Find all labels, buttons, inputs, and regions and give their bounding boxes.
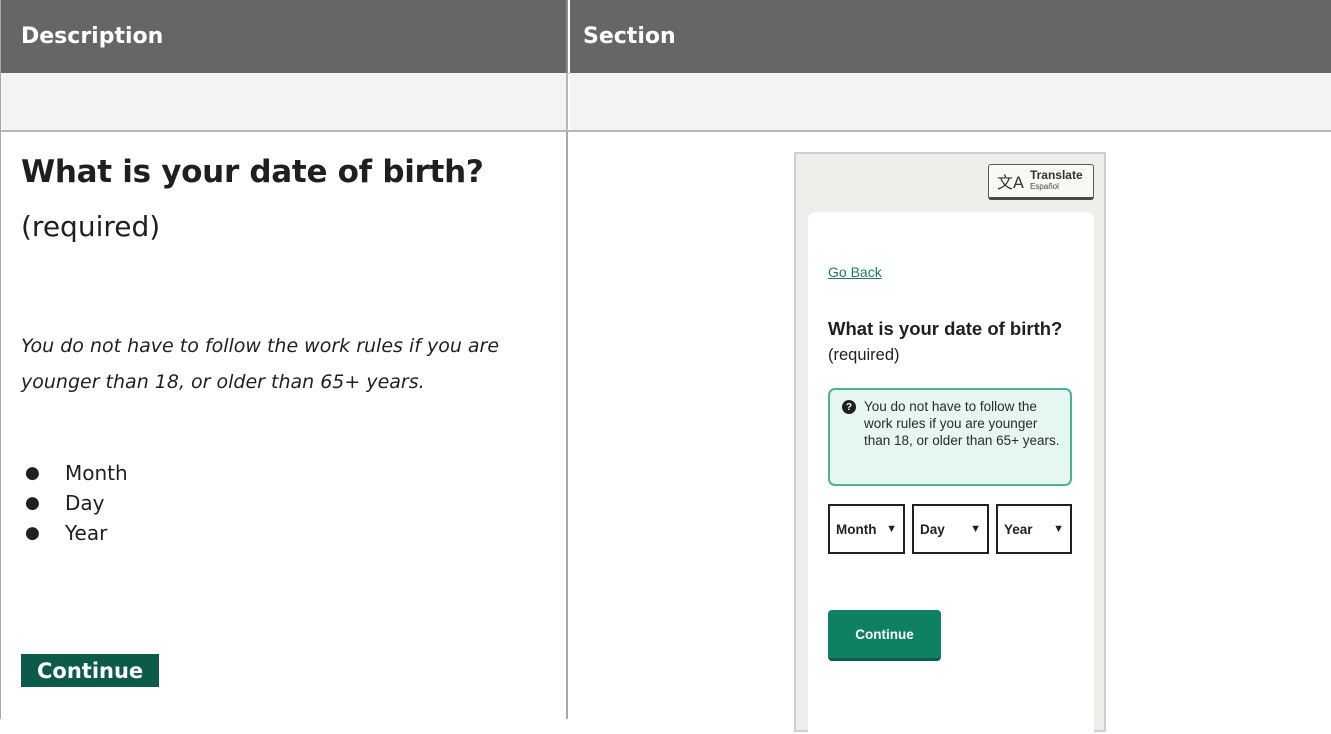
empty-cell-section (570, 73, 1331, 130)
bullet-icon: ● (25, 463, 40, 483)
list-item: ● Year (21, 518, 128, 548)
question-circle-icon: ? (842, 400, 856, 414)
description-cell: What is your date of birth? (required) Y… (1, 132, 568, 719)
translate-icon: 文A (997, 173, 1024, 192)
go-back-link[interactable]: Go Back (828, 264, 882, 280)
header-section: Section (570, 0, 1331, 73)
continue-button-spec[interactable]: Continue (21, 654, 160, 687)
translate-sublabel: Español (1029, 182, 1059, 191)
hint-box: ? You do not have to follow the work rul… (828, 388, 1072, 486)
list-item: ● Day (21, 488, 128, 518)
form-question: What is your date of birth? (required) (828, 316, 1078, 368)
translate-text: Translate Español (1030, 169, 1083, 193)
month-select[interactable]: Month ▼ (828, 504, 905, 554)
hint-box-text: You do not have to follow the work rules… (864, 399, 1060, 448)
caret-down-icon: ▼ (970, 523, 981, 535)
translate-label: Translate (1029, 168, 1083, 182)
field-label-year: Year (65, 521, 108, 545)
form-question-text: What is your date of birth? (828, 318, 1063, 339)
form-card: Go Back What is your date of birth? (req… (808, 212, 1094, 734)
day-select[interactable]: Day ▼ (912, 504, 989, 554)
caret-down-icon: ▼ (1053, 523, 1064, 535)
field-label-day: Day (65, 491, 105, 515)
day-select-label: Day (920, 521, 945, 537)
date-selects: Month ▼ Day ▼ Year ▼ (828, 504, 1072, 554)
phone-mockup: 文A Translate Español Go Back What is you… (794, 152, 1106, 734)
spec-table: Description Section What is your date of… (0, 0, 1331, 734)
empty-cell-description (1, 73, 568, 130)
list-item: ● Month (21, 458, 128, 488)
required-label: (required) (21, 210, 161, 243)
year-select[interactable]: Year ▼ (996, 504, 1072, 554)
header-description: Description (1, 0, 568, 73)
section-cell: 文A Translate Español Go Back What is you… (570, 132, 1331, 734)
month-select-label: Month (836, 521, 877, 537)
bullet-icon: ● (25, 493, 40, 513)
translate-button[interactable]: 文A Translate Español (988, 164, 1094, 200)
bullet-icon: ● (25, 523, 40, 543)
caret-down-icon: ▼ (886, 523, 897, 535)
field-label-month: Month (65, 461, 128, 485)
form-required-label: (required) (828, 346, 900, 364)
question-title: What is your date of birth? (21, 154, 484, 190)
field-list: ● Month ● Day ● Year (21, 458, 128, 548)
continue-button[interactable]: Continue (828, 610, 941, 661)
hint-text: You do not have to follow the work rules… (21, 335, 500, 393)
year-select-label: Year (1004, 521, 1033, 537)
